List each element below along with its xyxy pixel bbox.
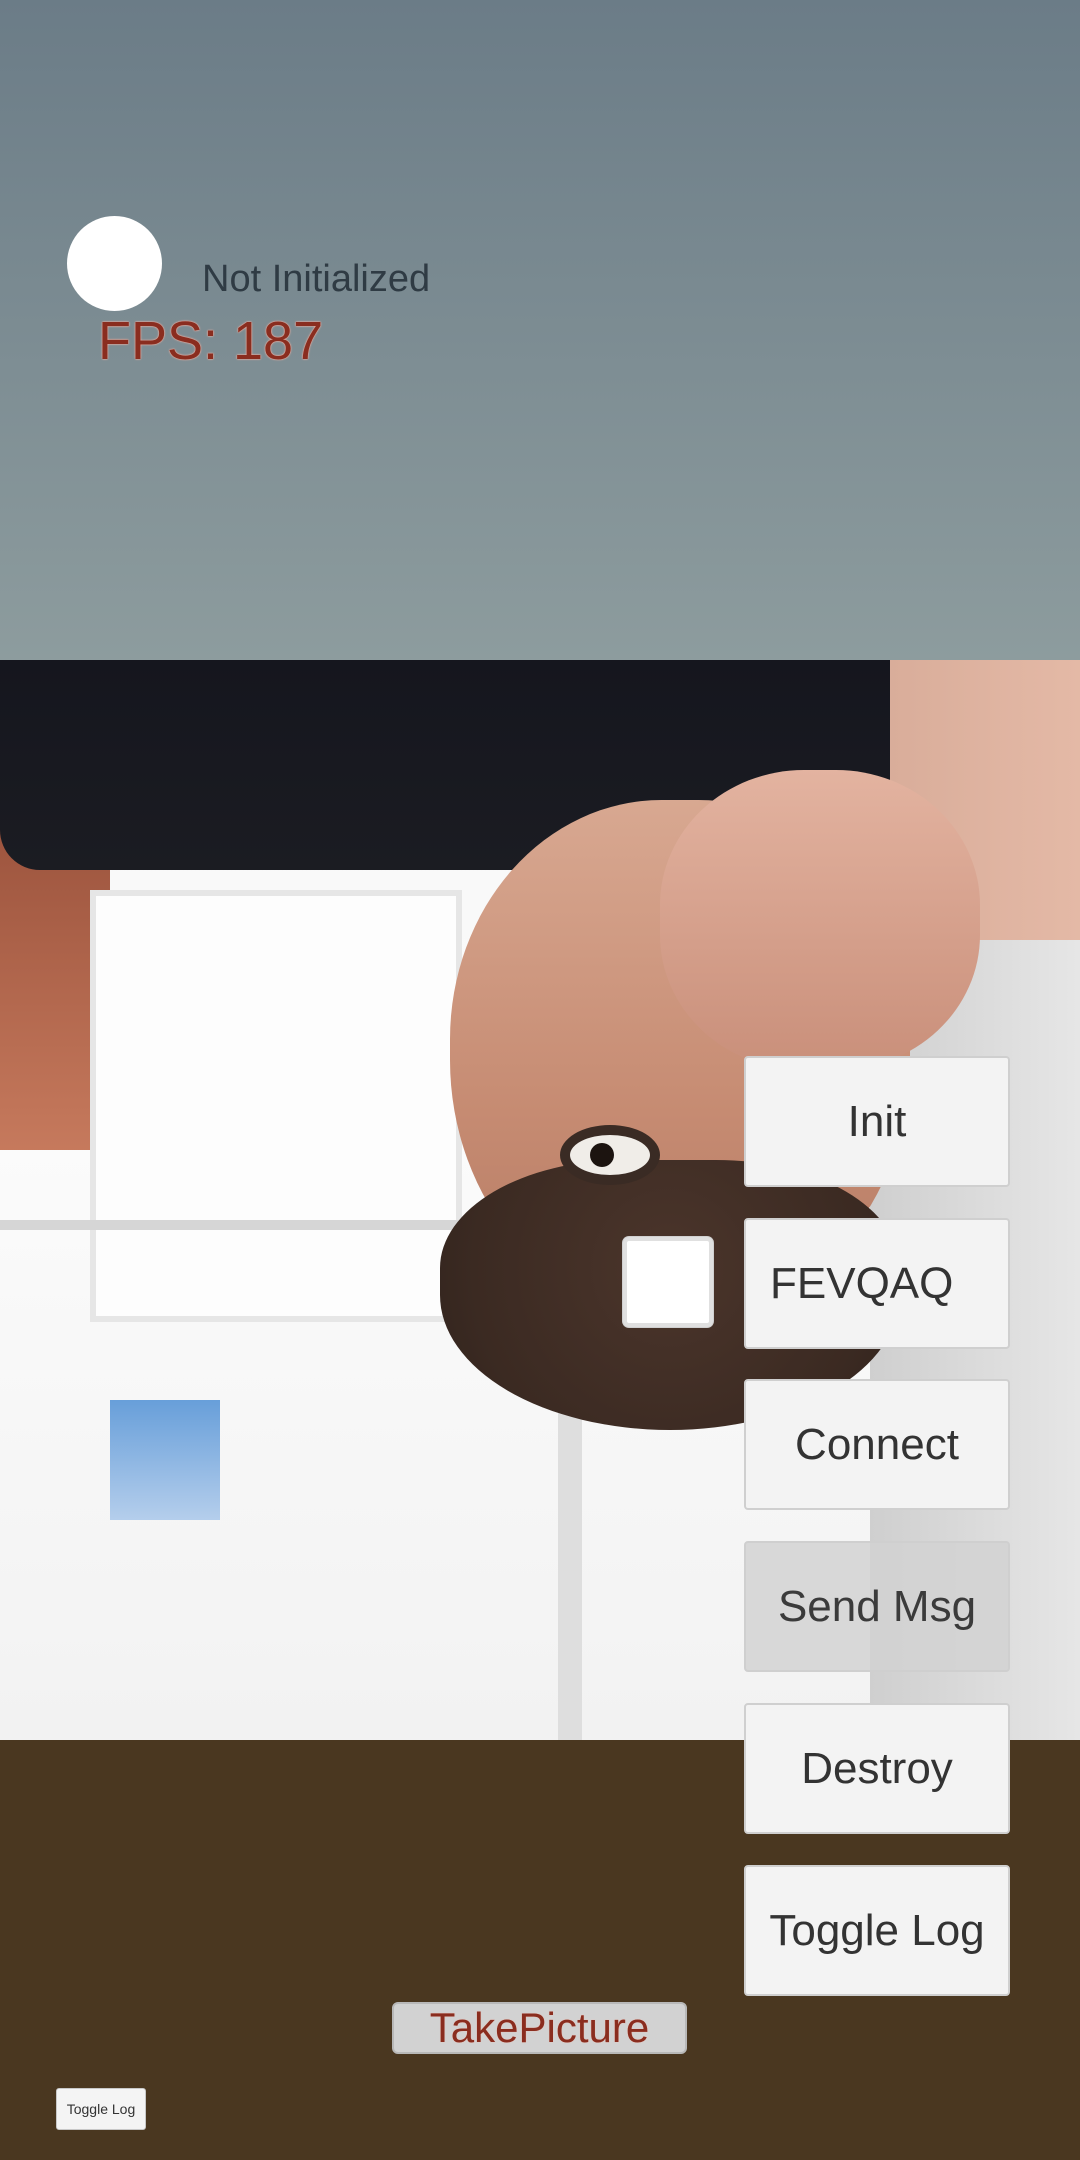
camera-eye (560, 1125, 660, 1185)
take-picture-button[interactable]: TakePicture (392, 2002, 687, 2054)
camera-sky-patch (110, 1400, 220, 1520)
send-msg-button[interactable]: Send Msg (744, 1541, 1010, 1672)
code-input-field[interactable]: FEVQAQ (744, 1218, 1010, 1349)
option-checkbox[interactable] (623, 1237, 713, 1327)
app-screen: Not Initialized FPS: 187 Init FEVQAQ Con… (0, 0, 1080, 2160)
fps-counter: FPS: 187 (98, 311, 324, 371)
destroy-button[interactable]: Destroy (744, 1703, 1010, 1834)
init-button[interactable]: Init (744, 1056, 1010, 1187)
small-toggle-log-button[interactable]: Toggle Log (56, 2088, 146, 2130)
toggle-log-button[interactable]: Toggle Log (744, 1865, 1010, 1996)
status-indicator (67, 216, 162, 311)
camera-window (90, 890, 462, 1322)
connect-button[interactable]: Connect (744, 1379, 1010, 1510)
status-label: Not Initialized (202, 258, 431, 300)
camera-hand (660, 770, 980, 1070)
